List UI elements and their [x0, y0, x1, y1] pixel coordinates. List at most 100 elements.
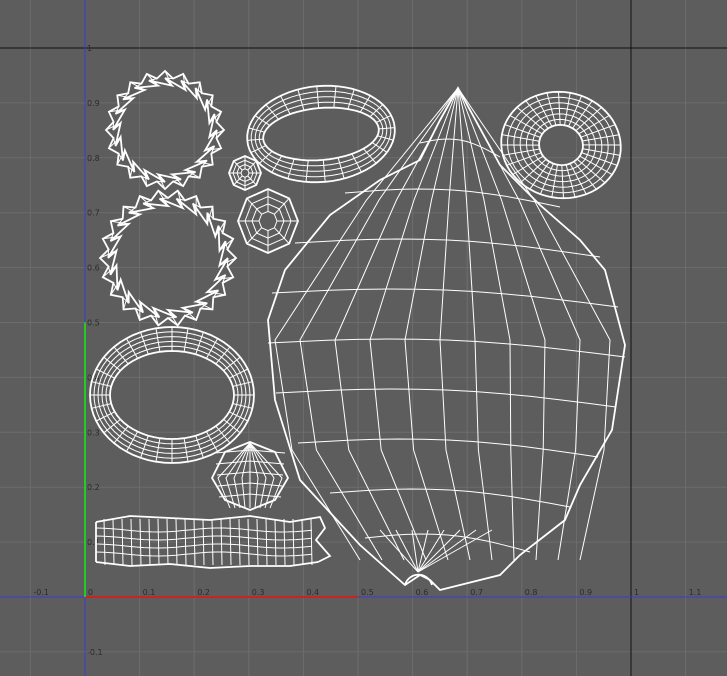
v-tick-label: 0.1 — [87, 538, 100, 547]
wire-edge — [363, 148, 377, 164]
wire-edge — [275, 388, 617, 408]
uv-shell-band-ellipse-left[interactable] — [89, 326, 255, 464]
u-tick-label: 0.9 — [579, 588, 592, 597]
u-tick-label: 0.5 — [361, 588, 374, 597]
wire-edge — [539, 163, 554, 195]
wire-edge — [294, 238, 601, 258]
uv-shell-band-ellipse-top[interactable] — [246, 84, 396, 184]
v-tick-label: -0.1 — [87, 648, 103, 657]
wire-edge — [130, 518, 133, 566]
v-tick-label: 0.8 — [87, 154, 100, 163]
v-tick-label: 0.6 — [87, 264, 100, 273]
wire-edge — [258, 101, 384, 167]
wire-edge — [175, 518, 178, 566]
v-tick-label: 0.3 — [87, 428, 100, 437]
wire-edge — [247, 138, 264, 141]
wire-edge — [417, 529, 461, 573]
wire-edge — [109, 350, 235, 440]
wire-edge — [238, 518, 241, 566]
wire-edge — [121, 518, 124, 566]
wire-edge — [98, 189, 238, 327]
wire-edge — [329, 488, 571, 508]
wire-edge — [283, 518, 286, 566]
v-tick-label: 0.5 — [87, 319, 100, 328]
v-tick-label: 0.9 — [87, 99, 100, 108]
wire-edge — [164, 77, 174, 80]
wire-edge — [157, 518, 160, 566]
wire-edge — [156, 180, 166, 183]
uv-shell-dome-small[interactable] — [210, 441, 290, 511]
uv-shell-ring-zigzag-top[interactable] — [104, 69, 226, 191]
u-tick-label: 0.2 — [197, 588, 210, 597]
wire-edge — [457, 87, 546, 561]
u-tick-label: 0.1 — [143, 588, 156, 597]
u-tick-label: 1 — [634, 588, 639, 597]
wire-edge — [104, 69, 226, 191]
u-tick-label: 0 — [88, 588, 93, 597]
wire-edge — [439, 87, 471, 561]
uv-editor-viewport[interactable]: -0.1 0 0.1 0.2 0.3 0.4 0.5 0.6 0.7 0.8 0.9 1 1.1 1 0.… — [0, 0, 727, 676]
wire-edge — [457, 87, 493, 561]
uv-shell-small-disc-a[interactable] — [228, 155, 262, 191]
wire-edge — [310, 518, 313, 566]
wire-edge — [155, 328, 161, 352]
wire-edge — [506, 152, 542, 166]
wire-edge — [155, 438, 161, 462]
uv-shell-donut-top-right[interactable] — [500, 90, 622, 200]
wire-edge — [256, 518, 259, 566]
wire-edge — [159, 197, 169, 200]
uv-border-lines — [0, 0, 727, 676]
wire-edge — [250, 90, 392, 178]
wire-edge — [301, 518, 304, 566]
wire-edge — [267, 338, 626, 358]
wire-edge — [202, 518, 205, 566]
wire-edge — [220, 518, 223, 566]
u-axis-tick-labels: -0.1 0 0.1 0.2 0.3 0.4 0.5 0.6 0.7 0.8 0.9 1 1.1 — [33, 588, 701, 597]
wire-edge — [262, 106, 380, 162]
u-tick-label: 0.3 — [252, 588, 265, 597]
v-axis-tick-labels: 10.90.80.70.60.50.40.30.20.1-0.1 — [87, 44, 103, 657]
wire-edge — [568, 95, 583, 127]
wire-edge — [297, 438, 599, 458]
u-tick-label: 0.8 — [525, 588, 538, 597]
wire-edge — [226, 257, 229, 267]
wire-edge — [183, 328, 189, 352]
wire-edge — [167, 316, 177, 319]
wire-edge — [581, 152, 618, 166]
u-tick-label: -0.1 — [33, 588, 49, 597]
wire-edge — [183, 438, 189, 462]
u-tick-label: 0.6 — [416, 588, 429, 597]
wire-edge — [258, 210, 278, 232]
wire-edge — [378, 127, 395, 130]
wire-edge — [148, 518, 151, 566]
wire-edge — [292, 518, 295, 566]
wire-edge — [95, 535, 313, 541]
wire-edge — [265, 518, 268, 566]
wire-edge — [246, 84, 396, 184]
wire-edge — [229, 518, 232, 566]
wire-edge — [532, 118, 590, 172]
v-tick-label: 1 — [87, 44, 92, 53]
uv-shell-small-disc-b[interactable] — [237, 188, 299, 254]
wire-edge — [457, 87, 581, 561]
wire-edge — [580, 124, 616, 138]
uv-shell-ring-zigzag-middle[interactable] — [98, 189, 238, 327]
u-tick-label: 0.7 — [470, 588, 483, 597]
uv-grid — [0, 0, 727, 676]
wire-edge — [112, 121, 115, 131]
wire-edge — [211, 518, 214, 566]
wire-edge — [184, 518, 187, 566]
wire-edge — [265, 104, 279, 120]
wire-edge — [504, 124, 541, 138]
wire-edge — [274, 518, 277, 566]
wire-edge — [107, 249, 110, 259]
wire-edge — [95, 527, 313, 533]
v-tick-label: 0.7 — [87, 209, 100, 218]
wire-edge — [112, 518, 115, 566]
wire-edge — [215, 129, 218, 139]
u-tick-label: 0.4 — [306, 588, 319, 597]
v-tick-label: 0.2 — [87, 483, 100, 492]
u-tick-label: 1.1 — [689, 588, 702, 597]
wire-edge — [457, 87, 611, 561]
wire-edge — [103, 518, 106, 566]
